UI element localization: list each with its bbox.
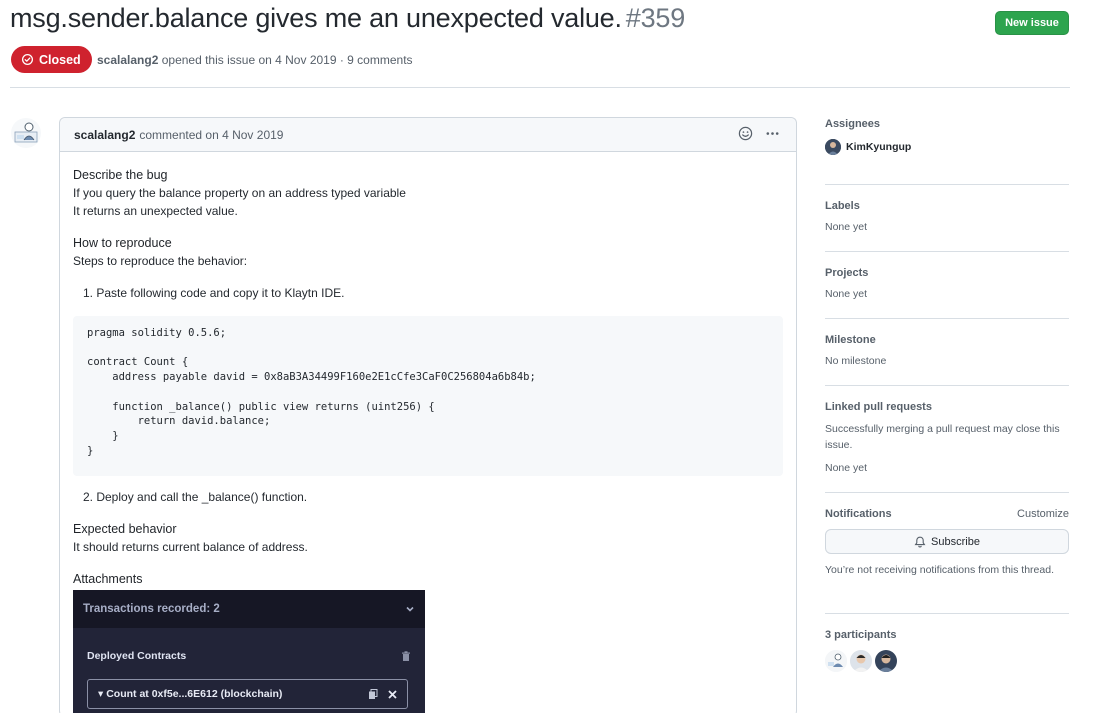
subscribe-label: Subscribe: [931, 535, 980, 548]
labels-value: None yet: [825, 221, 868, 233]
sidebar-labels: Labels None yet: [825, 185, 1069, 252]
bug-line-2: It returns an unexpected value.: [73, 204, 238, 218]
comment-meta[interactable]: commented on 4 Nov 2019: [139, 128, 283, 142]
projects-value: None yet: [825, 288, 868, 300]
attachment-tx-bar: Transactions recorded: 2: [73, 590, 425, 628]
projects-heading[interactable]: Projects: [825, 267, 1069, 279]
issue-number: #359: [625, 3, 686, 33]
repro-line: Steps to reproduce the behavior:: [73, 254, 248, 268]
status-label: Closed: [39, 52, 81, 67]
step-2: 2. Deploy and call the _balance() functi…: [83, 490, 308, 504]
attachment-tx-label: Transactions recorded: 2: [83, 603, 220, 615]
attachment-deployed-row: Deployed Contracts: [73, 628, 425, 684]
expected-line: It should returns current balance of add…: [73, 540, 308, 554]
chevron-down-icon: [406, 606, 414, 612]
milestone-value: No milestone: [825, 355, 887, 367]
participant-sketch-icon: [825, 650, 847, 672]
issue-author-link[interactable]: scalalang2: [97, 53, 158, 67]
attachment-count-text: Count at 0xf5e...6E612 (blockchain): [106, 688, 283, 700]
attachment-image[interactable]: Transactions recorded: 2 Deployed Contra…: [73, 590, 425, 713]
emoji-reaction-icon[interactable]: [738, 126, 753, 141]
person-icon: [875, 650, 897, 672]
customize-link[interactable]: Customize: [1017, 508, 1069, 520]
attachments-heading: Attachments: [73, 572, 143, 586]
code-block: pragma solidity 0.5.6; contract Count { …: [73, 316, 783, 476]
bug-heading: Describe the bug: [73, 168, 168, 182]
issue-title-text: msg.sender.balance gives me an unexpecte…: [10, 3, 622, 33]
assignee-name[interactable]: KimKyungup: [846, 141, 911, 153]
labels-heading[interactable]: Labels: [825, 200, 1069, 212]
participant-avatar[interactable]: [850, 650, 872, 672]
comment-actions: [738, 126, 780, 141]
issue-opened-text: opened this issue on 4 Nov 2019 · 9 comm…: [161, 53, 413, 67]
avatar-sketch-icon: [14, 122, 38, 143]
issue-closed-icon: [21, 53, 34, 66]
sidebar: Assignees KimKyungup Labels None yet Pro…: [825, 118, 1069, 672]
step-1: 1. Paste following code and copy it to K…: [83, 286, 345, 300]
subscribe-button[interactable]: Subscribe: [825, 529, 1069, 554]
issue-meta: scalalang2 opened this issue on 4 Nov 20…: [97, 53, 413, 67]
linked-prs-value: None yet: [825, 462, 868, 474]
participants-heading: 3 participants: [825, 629, 897, 641]
comment-body: Describe the bug If you query the balanc…: [60, 152, 796, 713]
participant-avatar[interactable]: [825, 650, 847, 672]
sidebar-participants: 3 participants: [825, 614, 1069, 672]
attachment-count-actions: [368, 688, 397, 700]
bug-line-1: If you query the balance property on an …: [73, 186, 406, 200]
issue-title: msg.sender.balance gives me an unexpecte…: [10, 3, 685, 34]
sidebar-linked-prs: Linked pull requests Successfully mergin…: [825, 386, 1069, 493]
assignee-item[interactable]: KimKyungup: [825, 139, 1069, 155]
participants-list: [825, 650, 1069, 672]
sidebar-assignees: Assignees KimKyungup: [825, 118, 1069, 185]
person-icon: [825, 139, 841, 155]
new-issue-button[interactable]: New issue: [995, 11, 1069, 35]
comment-author-link[interactable]: scalalang2: [74, 128, 135, 142]
attachment-deployed-label: Deployed Contracts: [87, 650, 187, 662]
sidebar-projects: Projects None yet: [825, 252, 1069, 319]
linked-prs-heading[interactable]: Linked pull requests: [825, 401, 1069, 413]
status-badge: Closed: [11, 46, 92, 73]
milestone-heading[interactable]: Milestone: [825, 334, 1069, 346]
notifications-desc: You’re not receiving notifications from …: [825, 564, 1054, 576]
sidebar-notifications: Notifications Customize Subscribe You’re…: [825, 493, 1069, 614]
close-icon: [388, 689, 397, 699]
more-options-icon[interactable]: [765, 126, 780, 141]
header-divider: [10, 87, 1070, 88]
avatar[interactable]: [11, 118, 41, 148]
sidebar-milestone: Milestone No milestone: [825, 319, 1069, 386]
linked-prs-desc: Successfully merging a pull request may …: [825, 423, 1060, 451]
assignees-heading[interactable]: Assignees: [825, 118, 1069, 130]
expected-heading: Expected behavior: [73, 522, 177, 536]
repro-heading: How to reproduce: [73, 236, 172, 250]
bell-icon: [914, 536, 926, 547]
attachment-count-row: ▾ Count at 0xf5e...6E612 (blockchain): [87, 679, 408, 709]
attachment-count-label: ▾ Count at 0xf5e...6E612 (blockchain): [98, 688, 283, 700]
person-icon: [850, 650, 872, 672]
assignee-avatar: [825, 139, 841, 155]
comment-box: scalalang2 commented on 4 Nov 2019 Descr…: [59, 117, 797, 713]
participant-avatar[interactable]: [875, 650, 897, 672]
copy-icon: [369, 688, 378, 699]
comment-header: scalalang2 commented on 4 Nov 2019: [60, 118, 796, 152]
trash-icon: [402, 650, 410, 661]
